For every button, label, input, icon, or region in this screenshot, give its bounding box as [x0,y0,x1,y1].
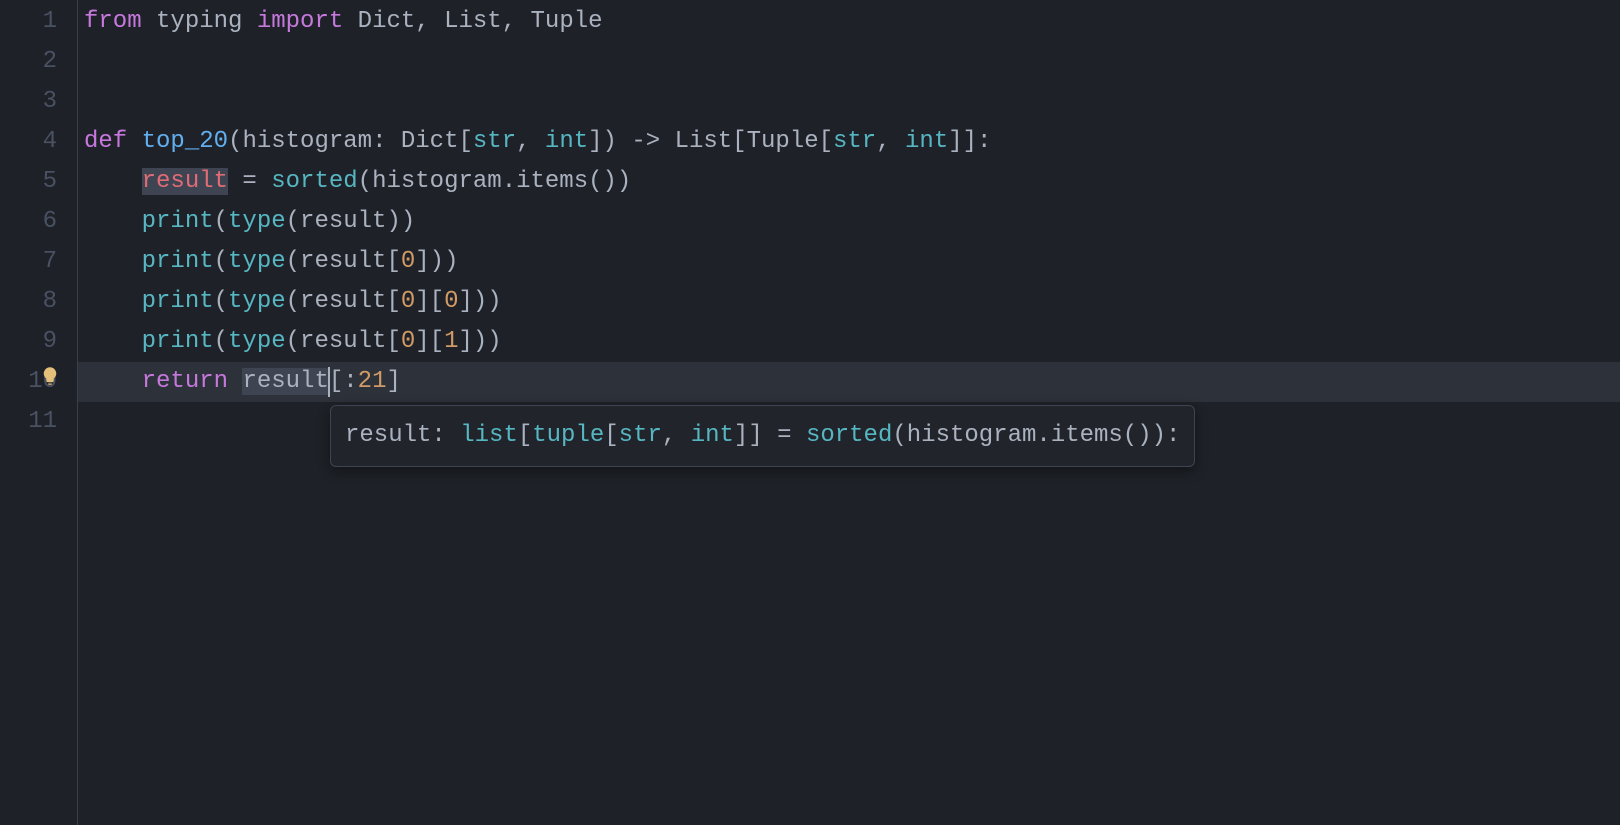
code-line[interactable]: from typing import Dict, List, Tuple [84,2,1620,42]
lightbulb-icon[interactable] [40,366,60,386]
code-line[interactable] [84,82,1620,122]
line-number: 2 [0,42,77,82]
type-hint-tooltip: result: list[tuple[str, int]] = sorted(h… [330,405,1195,467]
line-number: 5 [0,162,77,202]
code-line[interactable]: print(type(result[0][0])) [84,282,1620,322]
code-line[interactable]: print(type(result[0])) [84,242,1620,282]
code-editor[interactable]: from typing import Dict, List, Tuple def… [78,0,1620,825]
code-line[interactable]: print(type(result[0][1])) [84,322,1620,362]
code-line[interactable]: print(type(result)) [84,202,1620,242]
line-number: 1 [0,2,77,42]
text-cursor [328,367,330,397]
code-line[interactable]: result = sorted(histogram.items()) [84,162,1620,202]
line-number: 9 [0,322,77,362]
code-line-current[interactable]: return result[:21] [78,362,1620,402]
line-number: 3 [0,82,77,122]
line-number: 7 [0,242,77,282]
line-number: 10 [0,362,77,402]
code-line[interactable]: def top_20(histogram: Dict[str, int]) ->… [84,122,1620,162]
line-number: 6 [0,202,77,242]
code-line[interactable] [84,42,1620,82]
line-number: 8 [0,282,77,322]
line-number: 4 [0,122,77,162]
line-number-gutter: 1 2 3 4 5 6 7 8 9 10 11 [0,0,78,825]
line-number: 11 [0,402,77,442]
